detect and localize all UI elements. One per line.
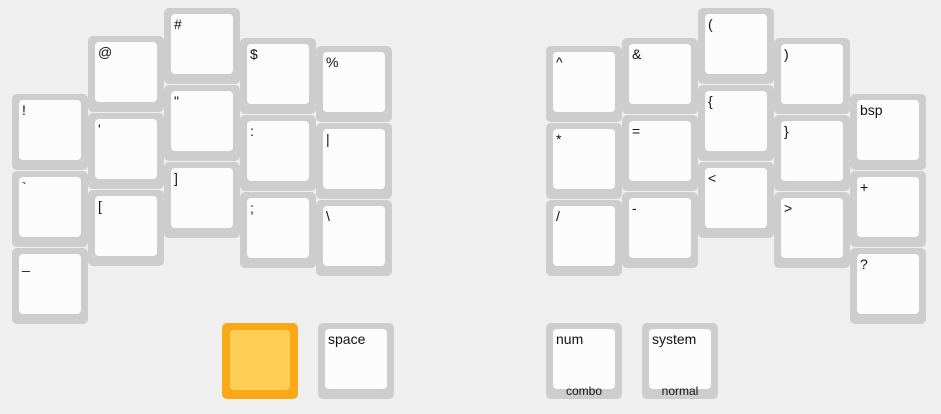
key-r-c1-r1: = xyxy=(622,115,698,191)
key-tap-label: : xyxy=(250,123,254,139)
keycap-face xyxy=(705,14,767,74)
keycap-face xyxy=(705,91,767,151)
key-r-c1-r0: & xyxy=(622,38,698,114)
key-r-c3-r2: > xyxy=(774,192,850,268)
key-tap-label: / xyxy=(556,208,560,224)
key-r-c1-r2: - xyxy=(622,192,698,268)
keycap-face xyxy=(171,168,233,228)
key-l-c1-r0: @ xyxy=(88,36,164,112)
key-tap-label: bsp xyxy=(860,102,883,118)
key-l-c0-r2: _ xyxy=(12,248,88,324)
key-tap-label: } xyxy=(784,123,789,139)
key-r-c2-r1: { xyxy=(698,85,774,161)
key-l-c4-r2: \ xyxy=(316,200,392,276)
key-tap-label: ! xyxy=(22,102,26,118)
key-tap-label: ? xyxy=(860,256,868,272)
key-l-c1-r2: [ xyxy=(88,190,164,266)
key-r-c2-r2: < xyxy=(698,162,774,238)
key-tap-label: % xyxy=(326,54,339,70)
keycap-face xyxy=(781,44,843,104)
keycap-face xyxy=(629,198,691,258)
key-tap-label: num xyxy=(556,331,584,347)
key-tap-label: system xyxy=(652,331,697,347)
keycap-face xyxy=(95,119,157,179)
key-tap-label: [ xyxy=(98,198,102,214)
key-tap-label: ^ xyxy=(556,54,563,70)
key-tap-label: ] xyxy=(174,170,178,186)
keycap-face xyxy=(19,177,81,237)
keycap-face xyxy=(95,196,157,256)
key-l-c4-r1: | xyxy=(316,123,392,199)
key-l-c2-r2: ] xyxy=(164,162,240,238)
keycap-face xyxy=(323,206,385,266)
key-r-c0-r2: / xyxy=(546,200,622,276)
key-l-c3-r1: : xyxy=(240,115,316,191)
key-t-right-inner: num combo xyxy=(546,323,622,399)
key-t-left-outer: space xyxy=(318,323,394,399)
key-l-c4-r0: % xyxy=(316,46,392,122)
key-r-c0-r1: * xyxy=(546,123,622,199)
key-hold-label: combo xyxy=(565,384,603,398)
key-t-right-outer: system normal xyxy=(642,323,718,399)
key-l-c0-r1: ` xyxy=(12,171,88,247)
key-r-c3-r1: } xyxy=(774,115,850,191)
keycap-face xyxy=(247,198,309,258)
key-l-c0-r0: ! xyxy=(12,94,88,170)
key-l-c2-r0: # xyxy=(164,8,240,84)
key-t-left-inner xyxy=(222,323,298,399)
key-tap-label: + xyxy=(860,179,869,195)
keycap-face xyxy=(247,121,309,181)
key-r-c2-r0: ( xyxy=(698,8,774,84)
key-tap-label: _ xyxy=(22,256,30,272)
key-tap-label: \ xyxy=(326,208,330,224)
key-r-c4-r0: bsp xyxy=(850,94,926,170)
key-tap-label: * xyxy=(556,131,562,147)
key-tap-label: ` xyxy=(22,179,27,195)
key-tap-label: # xyxy=(174,16,182,32)
keycap-face xyxy=(19,100,81,160)
key-l-c3-r2: ; xyxy=(240,192,316,268)
key-tap-label: { xyxy=(708,93,713,109)
key-tap-label: " xyxy=(174,93,179,109)
key-tap-label: ) xyxy=(784,46,789,62)
key-tap-label: space xyxy=(328,331,366,347)
key-tap-label: ( xyxy=(708,16,713,32)
key-tap-label: - xyxy=(632,200,637,216)
key-tap-label: $ xyxy=(250,46,258,62)
key-l-c2-r1: " xyxy=(164,85,240,161)
key-tap-label: & xyxy=(632,46,642,62)
key-r-c4-r1: + xyxy=(850,171,926,247)
keycap-face xyxy=(323,129,385,189)
key-l-c1-r1: ' xyxy=(88,113,164,189)
key-r-c0-r0: ^ xyxy=(546,46,622,122)
key-l-c3-r0: $ xyxy=(240,38,316,114)
keycap-face xyxy=(171,91,233,151)
key-r-c3-r0: ) xyxy=(774,38,850,114)
key-tap-label: = xyxy=(632,123,641,139)
key-hold-label: normal xyxy=(661,384,699,398)
keycap-face xyxy=(553,206,615,266)
key-r-c4-r2: ? xyxy=(850,248,926,324)
keycap-face xyxy=(553,129,615,189)
key-tap-label: | xyxy=(326,131,330,147)
key-tap-label: > xyxy=(784,200,793,216)
keycap-face xyxy=(230,330,290,390)
key-tap-label: < xyxy=(708,170,717,186)
key-tap-label: @ xyxy=(98,44,113,60)
key-tap-label: ; xyxy=(250,200,254,216)
keycap-face xyxy=(781,121,843,181)
key-tap-label: ' xyxy=(98,121,101,137)
